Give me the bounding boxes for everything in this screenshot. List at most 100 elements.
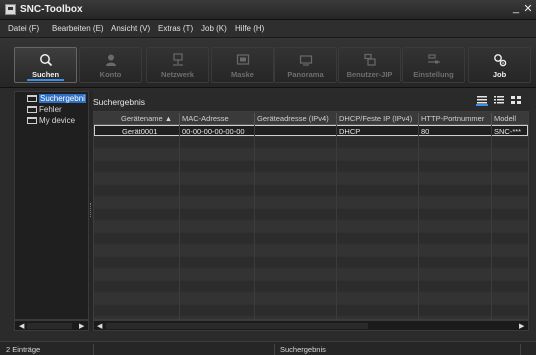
tree-item-label: Fehler xyxy=(39,105,62,114)
cell-dhcp: DHCP xyxy=(339,127,361,136)
col-http-port[interactable]: HTTP-Portnummer xyxy=(421,114,484,123)
tree-item-label: Suchergebni xyxy=(39,94,86,103)
title-bar: SNC-Toolbox _ ✕ xyxy=(0,0,536,20)
results-table: Gerätename ▲ MAC-Adresse Geräteadresse (… xyxy=(93,111,529,320)
menu-hilfe[interactable]: Hilfe (H) xyxy=(235,24,264,33)
maske-button[interactable]: Maske xyxy=(211,47,274,83)
tree-item-my-device[interactable]: My device xyxy=(27,116,75,125)
empty-row xyxy=(94,185,528,196)
tree-item-suchergebnis[interactable]: Suchergebni xyxy=(27,94,86,103)
folder-icon xyxy=(27,95,37,102)
status-bar: 2 Einträge Suchergebnis xyxy=(0,341,536,355)
job-button[interactable]: Job xyxy=(468,47,531,83)
col-modell[interactable]: Modell xyxy=(494,114,516,123)
active-indicator xyxy=(27,79,64,81)
empty-row xyxy=(94,149,528,160)
column-line xyxy=(418,125,419,319)
scroll-right-icon[interactable]: ▶ xyxy=(79,322,84,330)
status-view: Suchergebnis xyxy=(280,345,326,354)
einstellung-button[interactable]: Einstellung xyxy=(402,47,465,83)
detail-view-button[interactable] xyxy=(476,95,488,106)
menu-job[interactable]: Job (K) xyxy=(201,24,227,33)
col-dhcp[interactable]: DHCP/Feste IP (IPv4) xyxy=(339,114,412,123)
empty-row xyxy=(94,161,528,172)
panorama-icon xyxy=(299,55,312,66)
tree-item-label: My device xyxy=(39,116,76,125)
menu-bar: Datei (F) Bearbeiten (E) Ansicht (V) Ext… xyxy=(0,20,536,38)
folder-icon xyxy=(27,117,37,124)
network-icon xyxy=(172,53,183,66)
close-button[interactable]: ✕ xyxy=(522,2,534,15)
tree-horizontal-scrollbar[interactable]: ◀ ▶ xyxy=(14,320,89,331)
empty-row xyxy=(94,293,528,304)
col-geraetename[interactable]: Gerätename ▲ xyxy=(121,114,172,123)
results-title: Suchergebnis xyxy=(93,97,145,107)
empty-row xyxy=(94,305,528,316)
empty-row xyxy=(94,209,528,220)
benutzer-jip-button[interactable]: Benutzer-JIP xyxy=(338,47,401,83)
cell-modell: SNC-*** xyxy=(494,127,522,136)
cell-mac-adresse: 00-00-00-00-00-00 xyxy=(182,127,245,136)
empty-row xyxy=(94,221,528,232)
column-separator[interactable] xyxy=(418,113,419,124)
column-separator[interactable] xyxy=(179,113,180,124)
column-separator[interactable] xyxy=(491,113,492,124)
empty-row xyxy=(94,137,528,148)
list-icon xyxy=(494,96,504,104)
konto-label: Konto xyxy=(99,70,122,79)
cell-geraetename: Gerät0001 xyxy=(122,127,158,136)
suchen-label: Suchen xyxy=(31,70,60,79)
menu-ansicht[interactable]: Ansicht (V) xyxy=(111,24,150,33)
job-gear-icon xyxy=(493,54,506,67)
folder-tree: Suchergebni Fehler My device xyxy=(14,91,89,320)
list-view-button[interactable] xyxy=(493,95,505,106)
jip-icon xyxy=(363,53,376,66)
column-line xyxy=(491,125,492,319)
status-divider xyxy=(520,344,521,355)
panorama-label: Panorama xyxy=(287,70,324,79)
einstellung-label: Einstellung xyxy=(413,70,454,79)
netzwerk-label: Netzwerk xyxy=(161,70,194,79)
col-geraeteadresse[interactable]: Geräteadresse (IPv4) xyxy=(257,114,329,123)
splitter-grip[interactable] xyxy=(90,203,92,217)
results-horizontal-scrollbar[interactable]: ◀ ▶ xyxy=(93,320,529,331)
tile-view-button[interactable] xyxy=(510,95,522,106)
column-separator[interactable] xyxy=(336,113,337,124)
scroll-thumb[interactable] xyxy=(106,323,368,329)
scroll-thumb[interactable] xyxy=(27,323,72,329)
empty-row xyxy=(94,257,528,268)
menu-extras[interactable]: Extras (T) xyxy=(158,24,193,33)
scroll-left-icon[interactable]: ◀ xyxy=(97,322,102,330)
suchen-button[interactable]: Suchen xyxy=(14,47,77,83)
panorama-button[interactable]: Panorama xyxy=(274,47,337,83)
folder-icon xyxy=(27,106,37,113)
search-icon xyxy=(39,54,52,67)
user-icon xyxy=(105,54,116,66)
results-pane: Suchergebnis Gerätename ▲ MAC-Adresse Ge… xyxy=(93,91,529,331)
mask-icon xyxy=(236,54,249,65)
detail-list-icon xyxy=(477,96,487,104)
tree-item-fehler[interactable]: Fehler xyxy=(27,105,62,114)
col-mac-adresse[interactable]: MAC-Adresse xyxy=(182,114,229,123)
empty-row xyxy=(94,269,528,280)
empty-row xyxy=(94,197,528,208)
menu-bearbeiten[interactable]: Bearbeiten (E) xyxy=(52,24,104,33)
app-icon xyxy=(5,4,16,15)
table-header: Gerätename ▲ MAC-Adresse Geräteadresse (… xyxy=(94,112,528,125)
status-divider xyxy=(274,344,275,355)
tile-icon xyxy=(511,96,521,104)
scroll-right-icon[interactable]: ▶ xyxy=(519,322,524,330)
settings-icon xyxy=(427,54,440,64)
table-row[interactable]: Gerät0001 00-00-00-00-00-00 DHCP 80 SNC-… xyxy=(94,125,528,136)
konto-button[interactable]: Konto xyxy=(79,47,142,83)
minimize-button[interactable]: _ xyxy=(510,2,522,14)
cell-http-port: 80 xyxy=(421,127,430,136)
netzwerk-button[interactable]: Netzwerk xyxy=(146,47,209,83)
status-divider xyxy=(93,344,94,355)
column-separator[interactable] xyxy=(254,113,255,124)
menu-datei[interactable]: Datei (F) xyxy=(8,24,39,33)
window-title: SNC-Toolbox xyxy=(20,4,83,15)
column-line xyxy=(336,125,337,319)
scroll-left-icon[interactable]: ◀ xyxy=(19,322,24,330)
maske-label: Maske xyxy=(231,70,254,79)
